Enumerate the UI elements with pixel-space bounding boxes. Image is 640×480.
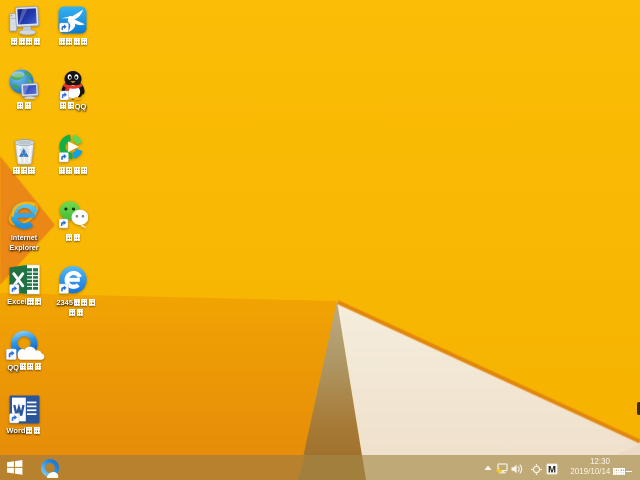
svg-text:M: M: [548, 464, 556, 475]
